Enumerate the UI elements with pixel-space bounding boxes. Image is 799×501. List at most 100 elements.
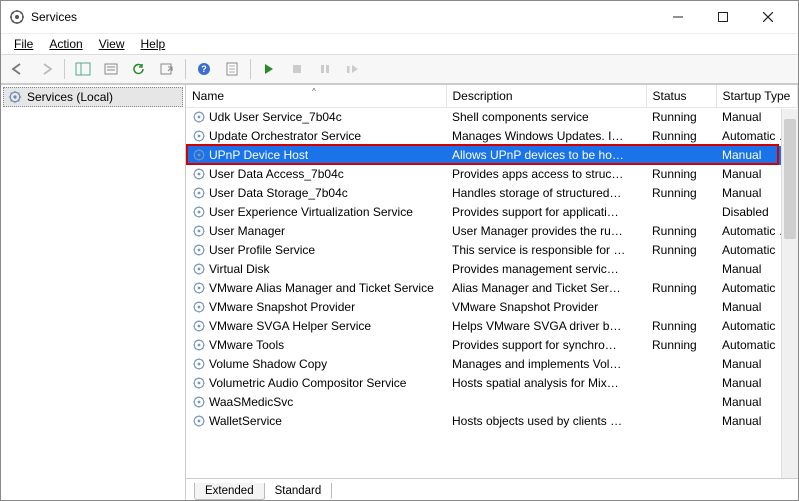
tab-standard[interactable]: Standard [264, 483, 333, 500]
toolbar-separator [64, 59, 65, 79]
gear-icon [192, 338, 206, 352]
gear-icon [192, 205, 206, 219]
start-service-button[interactable] [256, 57, 282, 81]
column-header-status[interactable]: Status [646, 85, 716, 108]
service-status [646, 355, 716, 374]
service-description: This service is responsible for … [446, 241, 646, 260]
vertical-scrollbar[interactable] [781, 109, 798, 478]
minimize-button[interactable] [655, 2, 700, 32]
properties-icon[interactable] [219, 57, 245, 81]
window-controls [655, 2, 790, 32]
table-row[interactable]: WaaSMedicSvcManual [186, 393, 798, 412]
service-description: Provides support for synchro… [446, 336, 646, 355]
gear-icon [192, 243, 206, 257]
service-status [646, 146, 716, 165]
service-status: Running [646, 222, 716, 241]
table-row[interactable]: WalletService Hosts objects used by clien… [186, 412, 798, 431]
service-description: Hosts objects used by clients … [446, 412, 646, 431]
list-pane: Name Description Status Startup Type Udk… [186, 85, 798, 500]
service-description: Provides apps access to struc… [446, 165, 646, 184]
table-row[interactable]: Volumetric Audio Compositor Service Hosts… [186, 374, 798, 393]
service-description: Hosts spatial analysis for Mix… [446, 374, 646, 393]
table-row[interactable]: VMware Alias Manager and Ticket ServiceA… [186, 279, 798, 298]
menu-view[interactable]: View [92, 35, 132, 53]
table-row[interactable]: Update Orchestrator ServiceManages Windo… [186, 127, 798, 146]
table-row[interactable]: User ManagerUser Manager provides the ru… [186, 222, 798, 241]
gear-icon [192, 186, 206, 200]
tree-root-services-local[interactable]: Services (Local) [3, 87, 183, 107]
gear-icon [192, 357, 206, 371]
column-header-description[interactable]: Description [446, 85, 646, 108]
gear-icon [192, 395, 206, 409]
forward-button[interactable] [33, 57, 59, 81]
tab-extended[interactable]: Extended [194, 483, 265, 500]
gear-icon [192, 262, 206, 276]
service-status [646, 393, 716, 412]
service-status: Running [646, 317, 716, 336]
back-button[interactable] [5, 57, 31, 81]
table-row[interactable]: User Experience Virtualization ServicePr… [186, 203, 798, 222]
service-name: VMware Tools [209, 338, 284, 352]
menu-help[interactable]: Help [134, 35, 173, 53]
column-header-name[interactable]: Name [186, 85, 446, 108]
maximize-button[interactable] [700, 2, 745, 32]
table-row[interactable]: Virtual DiskProvides management servic…M… [186, 260, 798, 279]
svg-text:?: ? [201, 64, 207, 74]
column-header-startup[interactable]: Startup Type [716, 85, 798, 108]
pause-service-button[interactable] [312, 57, 338, 81]
scrollbar-thumb[interactable] [784, 119, 796, 239]
close-button[interactable] [745, 2, 790, 32]
service-name: VMware SVGA Helper Service [209, 319, 371, 333]
menu-action[interactable]: Action [42, 35, 89, 53]
restart-service-button[interactable] [340, 57, 366, 81]
menu-bar: File Action View Help [1, 33, 798, 54]
gear-icon [8, 90, 22, 104]
service-description: Shell components service [446, 108, 646, 127]
service-status [646, 260, 716, 279]
service-status [646, 298, 716, 317]
service-name: User Profile Service [209, 243, 315, 257]
toolbar-separator [250, 59, 251, 79]
table-row[interactable]: User Data Storage_7b04c Handles storage o… [186, 184, 798, 203]
gear-icon [192, 148, 206, 162]
table-row[interactable]: User Data Access_7b04c Provides apps acce… [186, 165, 798, 184]
service-description [446, 393, 646, 412]
content-area: Services (Local) Name Description Status… [1, 84, 798, 500]
service-name: Volumetric Audio Compositor Service [209, 376, 406, 390]
service-description: Allows UPnP devices to be ho… [446, 146, 646, 165]
service-description: Provides management servic… [446, 260, 646, 279]
service-name: Volume Shadow Copy [209, 357, 327, 371]
service-status: Running [646, 279, 716, 298]
service-name: WalletService [209, 414, 282, 428]
gear-icon [192, 300, 206, 314]
service-status: Running [646, 336, 716, 355]
service-status [646, 203, 716, 222]
table-row[interactable]: VMware Snapshot ProviderVMware Snapshot … [186, 298, 798, 317]
properties-button[interactable] [98, 57, 124, 81]
service-name: Udk User Service_7b04c [209, 110, 342, 124]
service-name: User Data Access_7b04c [209, 167, 344, 181]
table-row[interactable]: User Profile Service This service is resp… [186, 241, 798, 260]
stop-service-button[interactable] [284, 57, 310, 81]
gear-icon [192, 414, 206, 428]
service-description: Helps VMware SVGA driver b… [446, 317, 646, 336]
gear-icon [192, 110, 206, 124]
service-status: Running [646, 127, 716, 146]
service-status: Running [646, 241, 716, 260]
table-row[interactable]: Volume Shadow CopyManages and implements… [186, 355, 798, 374]
table-row[interactable]: VMware SVGA Helper Service Helps VMware S… [186, 317, 798, 336]
show-hide-tree-button[interactable] [70, 57, 96, 81]
table-row[interactable]: Udk User Service_7b04c Shell components s… [186, 108, 798, 127]
service-description: Handles storage of structured… [446, 184, 646, 203]
refresh-button[interactable] [126, 57, 152, 81]
help-button[interactable]: ? [191, 57, 217, 81]
service-name: Update Orchestrator Service [209, 129, 361, 143]
tree-root-label: Services (Local) [27, 90, 113, 104]
table-row[interactable]: UPnP Device HostAllows UPnP devices to b… [186, 146, 798, 165]
export-list-button[interactable] [154, 57, 180, 81]
title-bar: Services [1, 1, 798, 33]
menu-file[interactable]: File [7, 35, 40, 53]
service-name: User Data Storage_7b04c [209, 186, 348, 200]
table-row[interactable]: VMware Tools Provides support for synchro… [186, 336, 798, 355]
service-description: User Manager provides the ru… [446, 222, 646, 241]
